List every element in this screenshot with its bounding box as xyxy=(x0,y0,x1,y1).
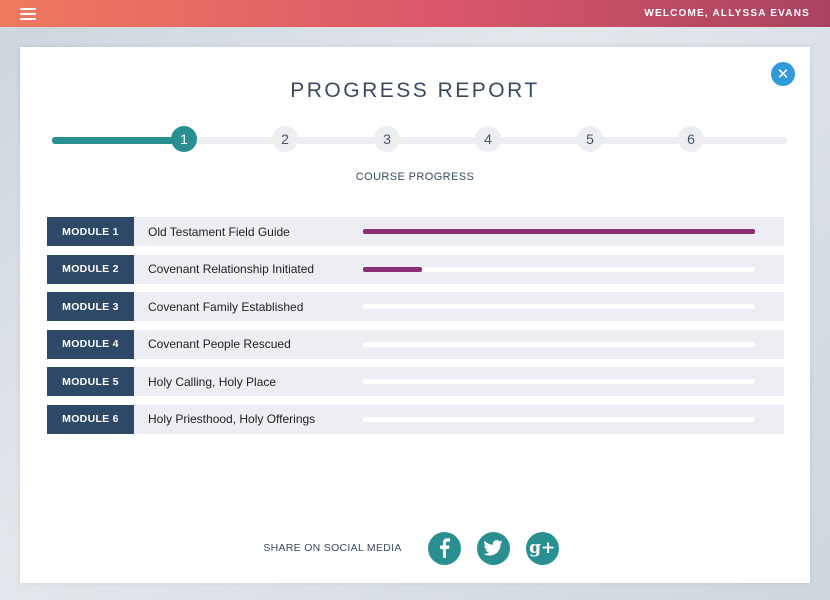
module-name: Covenant People Rescued xyxy=(148,337,291,351)
module-name: Holy Priesthood, Holy Offerings xyxy=(148,412,316,426)
course-progress-label: COURSE PROGRESS xyxy=(355,171,475,183)
module-progress-bar xyxy=(363,341,755,347)
module-list: MODULE 1 Old Testament Field Guide MODUL… xyxy=(47,217,784,442)
hamburger-icon[interactable] xyxy=(20,7,36,20)
google-plus-glyph: g+ xyxy=(529,538,556,558)
step-4[interactable]: 4 xyxy=(475,126,501,152)
module-progress-bar xyxy=(363,229,755,234)
facebook-icon[interactable] xyxy=(427,531,461,565)
module-progress-bar xyxy=(363,379,755,384)
step-6[interactable]: 6 xyxy=(678,126,704,152)
welcome-text: WELCOME, ALLYSSA EVANS xyxy=(644,8,810,19)
page-title: PROGRESS REPORT xyxy=(290,79,540,102)
step-5[interactable]: 5 xyxy=(577,126,603,152)
module-name: Covenant Relationship Initiated xyxy=(148,262,315,276)
module-stepper: 1 2 3 4 5 6 xyxy=(52,126,787,156)
module-row: MODULE 3 Covenant Family Established xyxy=(47,292,784,321)
module-row: MODULE 5 Holy Calling, Holy Place xyxy=(47,367,784,396)
share-label: SHARE ON SOCIAL MEDIA xyxy=(263,542,402,554)
module-progress-bar xyxy=(363,266,755,272)
module-progress-fill xyxy=(363,266,422,272)
progress-report-panel: ✕ PROGRESS REPORT 1 2 3 4 5 6 COURSE PRO… xyxy=(20,47,810,583)
module-badge[interactable]: MODULE 3 xyxy=(47,292,134,321)
stepper-track-fill xyxy=(52,137,174,144)
twitter-icon[interactable] xyxy=(476,531,510,565)
module-name: Covenant Family Established xyxy=(148,299,304,314)
module-badge[interactable]: MODULE 1 xyxy=(47,217,134,246)
module-badge[interactable]: MODULE 4 xyxy=(47,329,134,359)
module-badge[interactable]: MODULE 2 xyxy=(47,254,134,284)
module-progress-fill xyxy=(363,229,755,234)
module-progress-bar xyxy=(363,304,755,309)
module-badge[interactable]: MODULE 5 xyxy=(47,367,134,396)
module-row: MODULE 4 Covenant People Rescued xyxy=(47,329,784,359)
module-row: MODULE 1 Old Testament Field Guide xyxy=(47,217,784,246)
top-bar: WELCOME, ALLYSSA EVANS xyxy=(0,0,830,27)
module-name: Old Testament Field Guide xyxy=(148,224,290,239)
step-1[interactable]: 1 xyxy=(171,126,197,152)
step-3[interactable]: 3 xyxy=(374,126,400,152)
social-share: SHARE ON SOCIAL MEDIA g+ xyxy=(20,531,810,565)
module-name: Holy Calling, Holy Place xyxy=(148,374,277,389)
module-row: MODULE 6 Holy Priesthood, Holy Offerings xyxy=(47,404,784,434)
step-2[interactable]: 2 xyxy=(272,126,298,152)
module-badge[interactable]: MODULE 6 xyxy=(47,404,134,434)
google-plus-icon[interactable]: g+ xyxy=(525,531,559,565)
module-row: MODULE 2 Covenant Relationship Initiated xyxy=(47,254,784,284)
module-progress-bar xyxy=(363,416,755,422)
